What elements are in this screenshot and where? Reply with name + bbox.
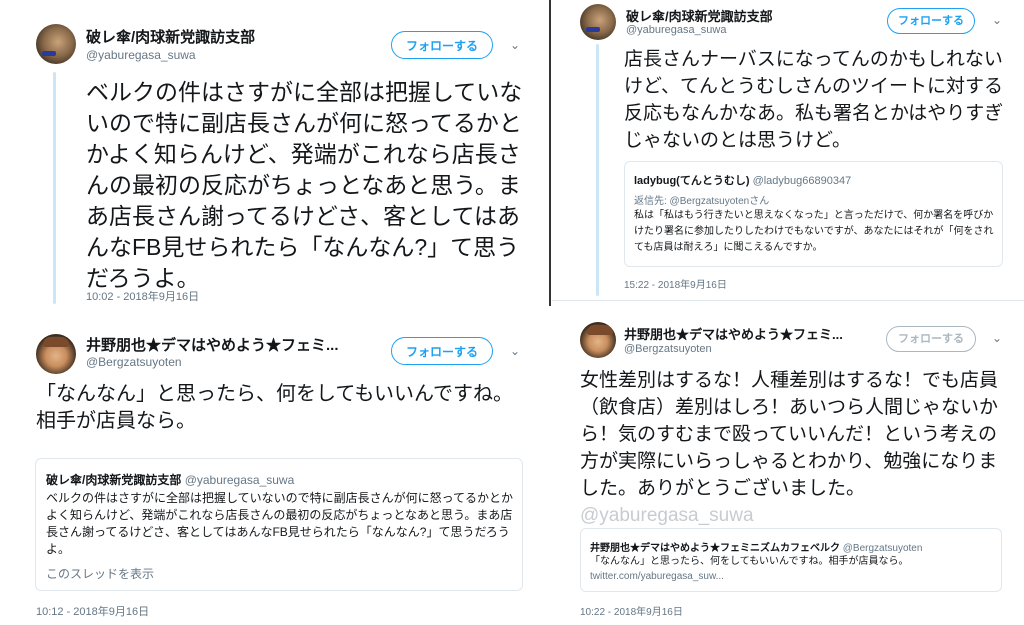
chevron-down-icon[interactable]: ⌄ — [992, 331, 1002, 345]
author-handle[interactable]: @Bergzatsuyoten — [86, 355, 182, 369]
watermark-text: @yaburegasa_suwa — [580, 505, 754, 526]
quoted-tweet[interactable]: 井野朋也★デマはやめよう★フェミニズムカフェベルク @Bergzatsuyote… — [580, 528, 1002, 592]
quoted-text: ベルクの件はさすがに全部は把握していないので特に副店長さんが何に怒ってるかとかよ… — [46, 491, 514, 556]
thread-line — [53, 72, 56, 304]
quoted-tweet[interactable]: ladybug(てんとうむし) @ladybug66890347 返信先: @B… — [624, 161, 1003, 267]
quoted-tweet[interactable]: 破レ傘/肉球新党諏訪支部 @yaburegasa_suwa ベルクの件はさすがに… — [35, 458, 523, 591]
quoted-author[interactable]: 破レ傘/肉球新党諏訪支部 @yaburegasa_suwa — [46, 471, 294, 488]
tweet-text-main: 女性差別はするな！人種差別はするな！でも店員（飲食店）差別はしろ！あいつら人間じ… — [580, 370, 999, 499]
author-name[interactable]: 破レ傘/肉球新党諏訪支部 — [626, 6, 773, 25]
tweet-timestamp[interactable]: 10:02 - 2018年9月16日 — [86, 288, 199, 304]
quoted-author-handle: @ladybug66890347 — [752, 175, 852, 187]
tweet-timestamp[interactable]: 10:22 - 2018年9月16日 — [580, 603, 683, 618]
quoted-author-name: ladybug(てんとうむし) — [634, 175, 750, 187]
thread-line — [596, 44, 599, 296]
author-avatar[interactable] — [580, 322, 616, 358]
quoted-author[interactable]: 井野朋也★デマはやめよう★フェミニズムカフェベルク @Bergzatsuyote… — [590, 539, 922, 554]
reply-to-label[interactable]: 返信先: @Bergzatsuyotenさん — [634, 192, 769, 207]
follow-button[interactable]: フォローする — [887, 8, 975, 34]
chevron-down-icon[interactable]: ⌄ — [992, 13, 1002, 27]
panel-divider — [549, 0, 551, 306]
tweet-timestamp[interactable]: 10:12 - 2018年9月16日 — [36, 603, 149, 619]
follow-button[interactable]: フォローする — [391, 31, 493, 59]
follow-button[interactable]: フォローする — [886, 326, 976, 352]
author-name[interactable]: 破レ傘/肉球新党諏訪支部 — [86, 26, 255, 47]
tweet-panel-bottom-left: 井野朋也★デマはやめよう★フェミ... @Bergzatsuyoten フォロー… — [0, 312, 549, 625]
tweet-timestamp[interactable]: 15:22 - 2018年9月16日 — [624, 276, 727, 291]
author-avatar[interactable] — [36, 334, 76, 374]
quoted-text: 「なんなん」と思ったら、何をしてもいいんですね。相手が店員なら。 — [590, 556, 909, 567]
follow-button[interactable]: フォローする — [391, 337, 493, 365]
tweet-text: 女性差別はするな！人種差別はするな！でも店員（飲食店）差別はしろ！あいつら人間じ… — [580, 367, 1004, 529]
chevron-down-icon[interactable]: ⌄ — [510, 38, 520, 52]
quoted-author-name: 破レ傘/肉球新党諏訪支部 — [46, 473, 182, 487]
tweet-panel-top-left: 破レ傘/肉球新党諏訪支部 @yaburegasa_suwa フォローする ⌄ ベ… — [0, 0, 549, 306]
quoted-link[interactable]: twitter.com/yaburegasa_suw... — [590, 571, 724, 582]
author-avatar[interactable] — [36, 24, 76, 64]
quoted-text: 私は「私はもう行きたいと思えなくなった」と言っただけで、何か署名を呼びかけたり署… — [634, 210, 994, 253]
tweet-text: 「なんなん」と思ったら、何をしてもいいんですね。相手が店員なら。 — [36, 383, 513, 432]
show-thread-link[interactable]: このスレッドを表示 — [46, 565, 154, 582]
quoted-author[interactable]: ladybug(てんとうむし) @ladybug66890347 — [634, 172, 851, 188]
author-handle[interactable]: @yaburegasa_suwa — [626, 24, 726, 36]
author-name[interactable]: 井野朋也★デマはやめよう★フェミ... — [86, 334, 339, 355]
tweet-text: 店長さんナーバスになってんのかもしれないけど、てんとうむしさんのツイートに対する… — [624, 49, 1004, 151]
tweet-panel-bottom-right: 井野朋也★デマはやめよう★フェミ... @Bergzatsuyoten フォロー… — [552, 312, 1024, 625]
author-handle[interactable]: @yaburegasa_suwa — [86, 48, 196, 62]
chevron-down-icon[interactable]: ⌄ — [510, 344, 520, 358]
author-handle[interactable]: @Bergzatsuyoten — [624, 343, 712, 355]
tweet-panel-top-right: 破レ傘/肉球新党諏訪支部 @yaburegasa_suwa フォローする ⌄ 店… — [552, 0, 1024, 306]
author-name[interactable]: 井野朋也★デマはやめよう★フェミ... — [624, 324, 843, 343]
tweet-text: ベルクの件はさすがに全部は把握していないので特に副店長さんが何に怒ってるかとかよ… — [86, 79, 523, 291]
quoted-author-name: 井野朋也★デマはやめよう★フェミニズムカフェベルク — [590, 543, 840, 554]
author-avatar[interactable] — [580, 4, 616, 40]
panel-divider — [552, 300, 1024, 301]
quoted-author-handle: @Bergzatsuyoten — [842, 543, 923, 554]
quoted-author-handle: @yaburegasa_suwa — [184, 473, 295, 487]
